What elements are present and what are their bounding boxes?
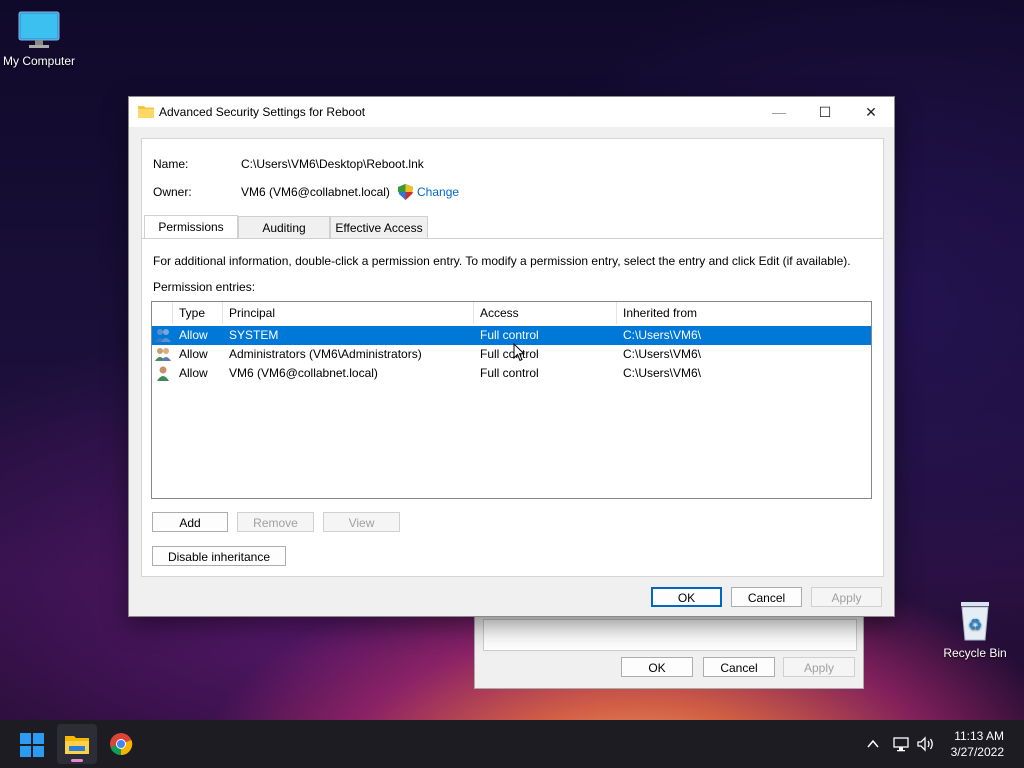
row-access: Full control: [480, 347, 539, 361]
column-header-access[interactable]: Access: [474, 302, 617, 324]
name-value: C:\Users\VM6\Desktop\Reboot.lnk: [241, 157, 424, 171]
permission-entries-label: Permission entries:: [153, 280, 256, 294]
advanced-security-settings-window: Advanced Security Settings for Reboot — …: [128, 96, 895, 617]
minimize-button[interactable]: —: [756, 97, 802, 127]
recycle-bin-icon: ♻: [961, 602, 989, 641]
file-explorer-taskbar-button[interactable]: [57, 724, 97, 764]
row-principal: Administrators (VM6\Administrators): [229, 347, 422, 361]
table-row[interactable]: Allow Administrators (VM6\Administrators…: [152, 345, 871, 364]
row-principal: SYSTEM: [229, 328, 279, 342]
svg-text:♻: ♻: [968, 617, 982, 634]
chrome-icon[interactable]: [109, 732, 133, 756]
row-access: Full control: [480, 328, 539, 342]
background-apply-button: Apply: [783, 657, 855, 677]
clock-date: 3/27/2022: [950, 745, 1004, 759]
network-icon[interactable]: [892, 735, 910, 753]
maximize-button[interactable]: ☐: [802, 97, 848, 127]
content-panel: Name: C:\Users\VM6\Desktop\Reboot.lnk Ow…: [141, 138, 884, 577]
chevron-up-icon[interactable]: [866, 737, 880, 751]
taskbar-clock[interactable]: 11:13 AM 3/27/2022: [951, 728, 1004, 760]
change-owner-link[interactable]: Change: [417, 185, 459, 199]
ok-button[interactable]: OK: [651, 587, 722, 607]
add-button[interactable]: Add: [152, 512, 228, 532]
apply-button: Apply: [811, 587, 882, 607]
monitor-icon: [18, 11, 60, 48]
background-dialog-panel: [483, 619, 857, 651]
title-bar[interactable]: Advanced Security Settings for Reboot — …: [129, 97, 894, 127]
owner-value: VM6 (VM6@collabnet.local): [241, 185, 390, 199]
desktop-icon-label: My Computer: [2, 54, 76, 68]
info-text: For additional information, double-click…: [153, 254, 851, 268]
desktop-icon-label: Recycle Bin: [943, 646, 1007, 660]
row-inherited-from: C:\Users\VM6\: [623, 366, 702, 380]
permission-entries-list[interactable]: Type Principal Access Inherited from All…: [151, 301, 872, 499]
column-header-principal[interactable]: Principal: [223, 302, 474, 324]
tab-effective-access[interactable]: Effective Access: [330, 216, 428, 238]
desktop-icon-recycle-bin[interactable]: ♻ Recycle Bin: [930, 598, 1020, 660]
row-type: Allow: [179, 366, 208, 380]
row-type: Allow: [179, 328, 208, 342]
table-row[interactable]: Allow VM6 (VM6@collabnet.local) Full con…: [152, 364, 871, 383]
disable-inheritance-button[interactable]: Disable inheritance: [152, 546, 286, 566]
owner-label: Owner:: [153, 185, 192, 199]
volume-icon[interactable]: [916, 735, 936, 753]
folder-icon: [138, 106, 154, 118]
file-explorer-icon: [65, 736, 89, 754]
desktop-icon-my-computer[interactable]: My Computer: [0, 10, 84, 68]
remove-button: Remove: [237, 512, 314, 532]
table-row[interactable]: Allow SYSTEM Full control C:\Users\VM6\: [152, 326, 871, 345]
column-header-icon: [152, 302, 173, 324]
tab-auditing[interactable]: Auditing: [238, 216, 330, 238]
windows-start-icon[interactable]: [20, 733, 44, 757]
mouse-cursor-icon: [513, 343, 525, 362]
background-ok-button[interactable]: OK: [621, 657, 693, 677]
close-button[interactable]: ✕: [848, 97, 894, 127]
background-cancel-button[interactable]: Cancel: [703, 657, 775, 677]
tab-divider: [142, 238, 883, 239]
row-inherited-from: C:\Users\VM6\: [623, 347, 702, 361]
row-principal: VM6 (VM6@collabnet.local): [229, 366, 378, 380]
window-title: Advanced Security Settings for Reboot: [159, 105, 366, 119]
column-header-type[interactable]: Type: [173, 302, 223, 324]
user-icon: [157, 366, 169, 381]
row-inherited-from: C:\Users\VM6\: [623, 328, 702, 342]
uac-shield-icon: [398, 184, 413, 200]
row-type: Allow: [179, 347, 208, 361]
background-dialog: OK Cancel Apply: [474, 612, 864, 689]
clock-time: 11:13 AM: [954, 729, 1004, 743]
row-access: Full control: [480, 366, 539, 380]
group-users-icon: [155, 329, 171, 342]
taskbar: 11:13 AM 3/27/2022: [0, 720, 1024, 768]
active-app-indicator: [71, 759, 83, 762]
cancel-button[interactable]: Cancel: [731, 587, 802, 607]
view-button: View: [323, 512, 400, 532]
group-users-icon: [155, 348, 171, 361]
column-header-inherited-from[interactable]: Inherited from: [617, 302, 871, 324]
name-label: Name:: [153, 157, 189, 171]
tab-permissions[interactable]: Permissions: [144, 215, 238, 239]
